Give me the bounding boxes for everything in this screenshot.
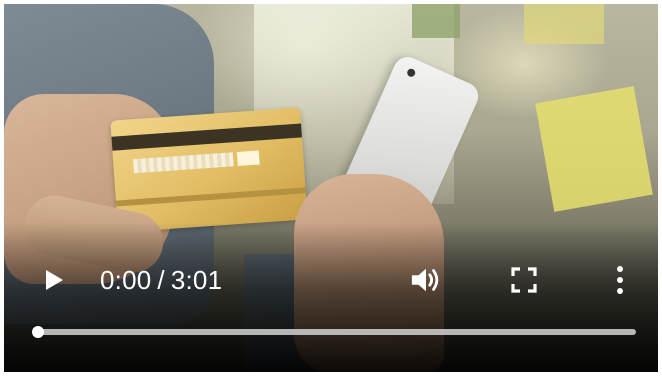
current-time: 0:00 <box>100 265 152 295</box>
video-player[interactable]: 0:00/3:01 <box>4 4 658 372</box>
time-display: 0:00/3:01 <box>100 267 222 293</box>
volume-button[interactable] <box>410 264 442 296</box>
progress-thumb[interactable] <box>32 326 44 338</box>
more-options-button[interactable] <box>604 264 636 296</box>
progress-bar[interactable] <box>32 326 636 338</box>
volume-icon <box>411 268 439 292</box>
time-separator: / <box>157 265 165 295</box>
fullscreen-icon <box>511 267 537 293</box>
play-button[interactable] <box>38 264 70 296</box>
fullscreen-button[interactable] <box>508 264 540 296</box>
duration: 3:01 <box>170 265 223 295</box>
play-icon <box>46 270 63 290</box>
control-bar: 0:00/3:01 <box>4 250 658 310</box>
more-vertical-icon <box>617 266 623 294</box>
